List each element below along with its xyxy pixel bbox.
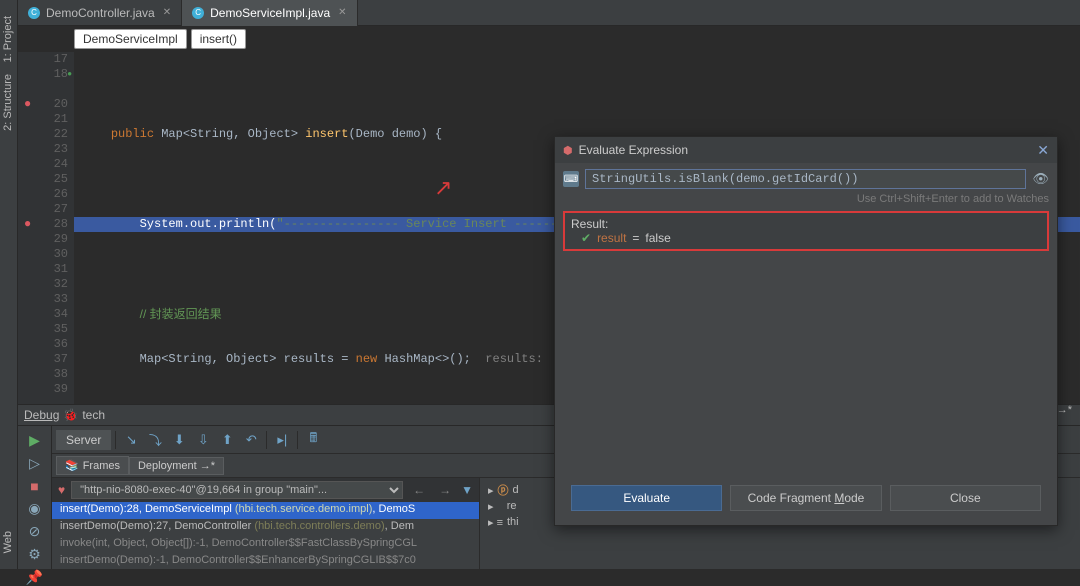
filter-icon[interactable]: ▼ [461, 483, 473, 497]
editor-tab-bar: C DemoController.java ✕ C DemoServiceImp… [18, 0, 1080, 26]
frames-tab[interactable]: 📚 Frames [56, 456, 129, 475]
tab-label: DemoServiceImpl.java [210, 6, 330, 20]
breadcrumb-method[interactable]: insert() [191, 29, 246, 49]
result-label: Result: [571, 217, 1041, 231]
close-icon[interactable]: ✕ [163, 7, 171, 18]
result-panel: Result: ✔ result = false [563, 211, 1049, 251]
sidebar-tab-web[interactable]: Web [0, 525, 16, 559]
close-icon[interactable]: ✕ [1037, 142, 1049, 159]
hint-text: Use Ctrl+Shift+Enter to add to Watches [563, 191, 1049, 207]
java-class-icon: C [28, 7, 40, 19]
stop-icon[interactable]: ■ [24, 478, 46, 494]
result-value: false [645, 231, 670, 245]
calculator-icon: ⌨ [563, 171, 579, 187]
settings-icon[interactable]: ⚙ [24, 546, 46, 563]
force-step-into-icon[interactable]: ⇩ [192, 429, 214, 451]
frames-pane: ♥ "http-nio-8080-exec-40"@19,664 in grou… [52, 478, 480, 569]
evaluate-expression-icon[interactable]: 🖩 [302, 429, 324, 451]
expression-input[interactable] [585, 169, 1026, 189]
tab-democontroller[interactable]: C DemoController.java ✕ [18, 0, 182, 26]
run-to-cursor-icon[interactable]: ▸| [271, 429, 293, 451]
resume-icon[interactable]: ▷ [24, 455, 46, 472]
stack-frame[interactable]: insertDemo(Demo):-1, DemoController$$Enh… [52, 553, 479, 569]
add-to-watches-icon[interactable]: 👁 [1032, 171, 1049, 187]
code-fragment-mode-button[interactable]: Code Fragment Mode [730, 485, 881, 511]
next-frame-icon[interactable]: → [435, 483, 455, 497]
close-button[interactable]: Close [890, 485, 1041, 511]
breadcrumb: DemoServiceImpl insert() [74, 26, 246, 52]
tab-label: DemoController.java [46, 6, 155, 20]
bug-icon: 🐞 [63, 408, 78, 422]
deployment-tab[interactable]: Deployment →* [129, 457, 224, 475]
tab-demoserviceimpl[interactable]: C DemoServiceImpl.java ✕ [182, 0, 357, 26]
sidebar-tab-structure[interactable]: 2: Structure [0, 68, 16, 137]
breadcrumb-class[interactable]: DemoServiceImpl [74, 29, 187, 49]
show-execution-point-icon[interactable]: ↘ [120, 429, 142, 451]
view-breakpoints-icon[interactable]: ◉ [24, 500, 46, 517]
heart-icon: ♥ [58, 483, 65, 497]
mute-breakpoints-icon[interactable]: ⊘ [24, 523, 46, 540]
dialog-title: Evaluate Expression [579, 143, 688, 157]
close-icon[interactable]: ✕ [338, 7, 346, 18]
dialog-title-bar[interactable]: ⬢ Evaluate Expression ✕ [555, 137, 1057, 163]
sidebar-tab-project[interactable]: 1: Project [0, 10, 16, 68]
bug-icon: ⬢ [563, 144, 573, 157]
debug-side-toolbar: ▶ ▷ ■ ◉ ⊘ ⚙ 📌 [18, 426, 52, 569]
prev-frame-icon[interactable]: ← [409, 483, 429, 497]
check-icon: ✔ [581, 231, 591, 245]
server-tab[interactable]: Server [56, 430, 111, 450]
rerun-icon[interactable]: ▶ [24, 432, 46, 449]
stack-frame[interactable]: insert(Demo):28, DemoServiceImpl (hbi.te… [52, 502, 479, 519]
evaluate-button[interactable]: Evaluate [571, 485, 722, 511]
pin-icon[interactable]: 📌 [24, 569, 46, 586]
stack-frame[interactable]: invoke(int, Object, Object[]):-1, DemoCo… [52, 536, 479, 553]
result-name: result [597, 231, 626, 245]
line-gutter[interactable]: 17 18 20 21 22 23 24 25 26 27 28 29 30 3… [18, 52, 74, 404]
step-out-icon[interactable]: ⬆ [216, 429, 238, 451]
evaluate-expression-dialog: ⬢ Evaluate Expression ✕ ⌨ 👁 Use Ctrl+Shi… [554, 136, 1058, 526]
step-over-icon[interactable]: ⤵ [144, 429, 166, 451]
stack-frame[interactable]: insertDemo(Demo):27, DemoController (hbi… [52, 519, 479, 536]
thread-selector[interactable]: "http-nio-8080-exec-40"@19,664 in group … [71, 481, 403, 499]
drop-frame-icon[interactable]: ↶ [240, 429, 262, 451]
step-into-icon[interactable]: ⬇ [168, 429, 190, 451]
java-class-icon: C [192, 7, 204, 19]
